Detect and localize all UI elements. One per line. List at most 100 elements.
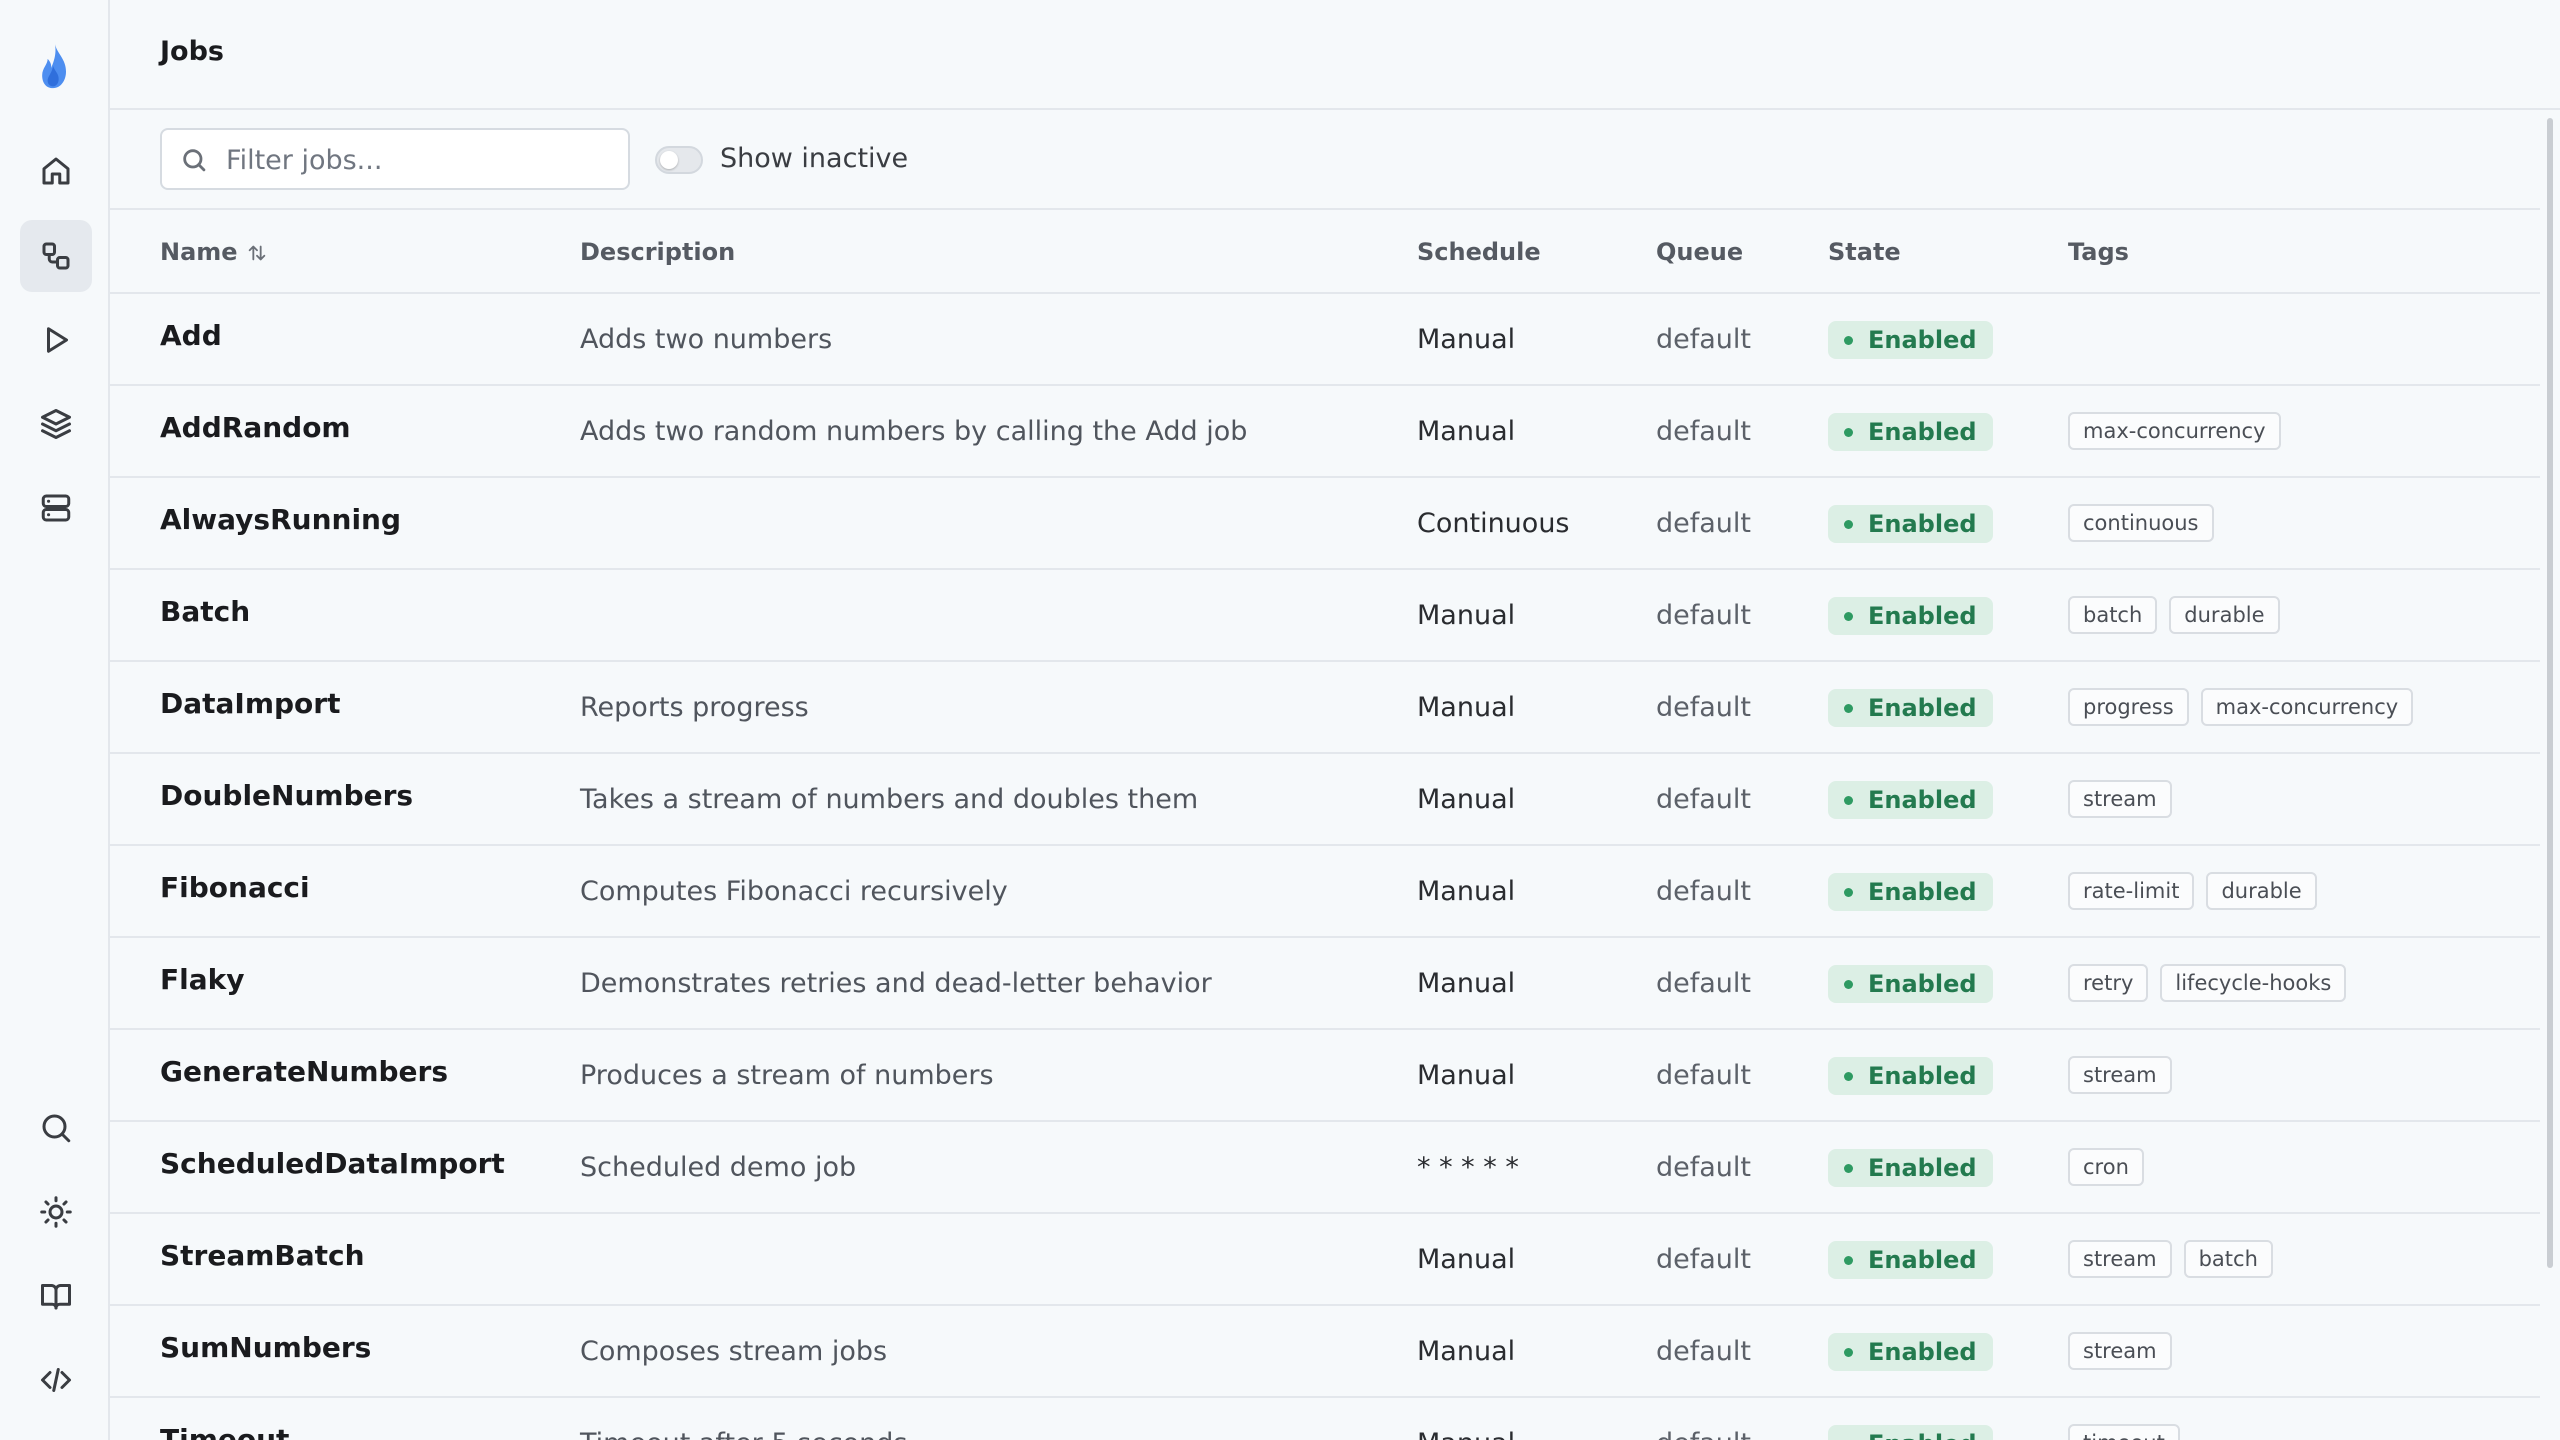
job-tags: stream — [2068, 1332, 2172, 1370]
home-icon — [42, 157, 70, 185]
table-row[interactable]: SumNumbers Composes stream jobs Manual defa… — [110, 1306, 2540, 1398]
job-name[interactable]: Batch — [160, 595, 250, 628]
docs-button[interactable] — [20, 1260, 92, 1332]
status-label: Enabled — [1868, 1154, 1977, 1182]
sidebar-search-button[interactable] — [20, 1092, 92, 1164]
status-dot — [1844, 1072, 1853, 1081]
job-tags: batch durable — [2068, 596, 2280, 634]
sidebar-item-runs[interactable] — [20, 304, 92, 376]
sidebar-item-jobs[interactable] — [20, 220, 92, 292]
tag-chip[interactable]: stream — [2068, 780, 2172, 818]
job-description: Computes Fibonacci recursively — [580, 876, 1008, 907]
job-tags: continuous — [2068, 504, 2214, 542]
job-queue: default — [1656, 1152, 1752, 1183]
job-name[interactable]: Flaky — [160, 963, 245, 996]
search-icon — [183, 149, 206, 172]
job-schedule: Manual — [1417, 968, 1516, 999]
job-schedule: Continuous — [1417, 508, 1570, 539]
api-button[interactable] — [20, 1344, 92, 1416]
table-row[interactable]: StreamBatch Manual default Enabled stream bat… — [110, 1214, 2540, 1306]
job-schedule: Manual — [1417, 692, 1516, 723]
table-row[interactable]: Batch Manual default Enabled batch durable — [110, 570, 2540, 662]
tag-chip[interactable]: cron — [2068, 1148, 2144, 1186]
tag-chip[interactable]: batch — [2183, 1240, 2273, 1278]
filter-jobs-input[interactable] — [224, 138, 618, 182]
table-row[interactable]: AddRandom Adds two random numbers by call… — [110, 386, 2540, 478]
job-tags: progress max-concurrency — [2068, 688, 2414, 726]
sidebar-item-layers[interactable] — [20, 388, 92, 460]
tag-chip[interactable]: batch — [2068, 596, 2158, 634]
job-description: Composes stream jobs — [580, 1336, 888, 1367]
tag-chip[interactable]: max-concurrency — [2068, 412, 2281, 450]
job-name[interactable]: DataImport — [160, 687, 340, 720]
show-inactive-toggle[interactable] — [655, 146, 703, 174]
show-inactive-label[interactable]: Show inactive — [720, 143, 908, 174]
tag-chip[interactable]: progress — [2068, 688, 2189, 726]
tag-chip[interactable]: stream — [2068, 1240, 2172, 1278]
job-name[interactable]: Timeout — [160, 1423, 289, 1440]
tag-chip[interactable]: durable — [2169, 596, 2280, 634]
status-dot — [1844, 1348, 1853, 1357]
job-description: Adds two random numbers by calling the A… — [580, 416, 1248, 447]
job-name[interactable]: StreamBatch — [160, 1239, 365, 1272]
job-name[interactable]: AlwaysRunning — [160, 503, 401, 536]
status-badge: Enabled — [1828, 413, 1993, 451]
layers-icon — [41, 409, 71, 439]
status-badge: Enabled — [1828, 1149, 1993, 1187]
table-row[interactable]: GenerateNumbers Produces a stream of numb… — [110, 1030, 2540, 1122]
column-header-schedule: Schedule — [1417, 238, 1541, 266]
status-label: Enabled — [1868, 1246, 1977, 1274]
table-row[interactable]: AlwaysRunning Continuous default Enabled con… — [110, 478, 2540, 570]
scrollbar[interactable] — [2540, 110, 2560, 1440]
search-icon — [42, 1114, 71, 1143]
job-name[interactable]: ScheduledDataImport — [160, 1147, 505, 1180]
table-row[interactable]: ScheduledDataImport Scheduled demo job * *… — [110, 1122, 2540, 1214]
sun-icon — [40, 1196, 72, 1228]
status-label: Enabled — [1868, 970, 1977, 998]
column-header-name[interactable]: Name — [160, 238, 268, 266]
scrollbar-thumb[interactable] — [2547, 118, 2553, 1268]
job-queue: default — [1656, 1336, 1752, 1367]
table-row[interactable]: DoubleNumbers Takes a stream of numbers a… — [110, 754, 2540, 846]
job-name[interactable]: Add — [160, 319, 222, 352]
tag-chip[interactable]: stream — [2068, 1332, 2172, 1370]
tag-chip[interactable]: max-concurrency — [2200, 688, 2414, 726]
sort-icon[interactable] — [246, 242, 268, 264]
job-schedule: Manual — [1417, 324, 1516, 355]
sidebar-item-servers[interactable] — [20, 472, 92, 544]
status-dot — [1844, 336, 1853, 345]
table-row[interactable]: DataImport Reports progress Manual default E… — [110, 662, 2540, 754]
job-description: Adds two numbers — [580, 324, 833, 355]
status-dot — [1844, 428, 1853, 437]
table-row[interactable]: Timeout Timeout after 5 seconds Manual defa… — [110, 1398, 2540, 1440]
job-name[interactable]: SumNumbers — [160, 1331, 371, 1364]
table-row[interactable]: Add Adds two numbers Manual default Enabled — [110, 294, 2540, 386]
status-badge: Enabled — [1828, 1333, 1993, 1371]
tag-chip[interactable]: lifecycle-hooks — [2160, 964, 2347, 1002]
tag-chip[interactable]: rate-limit — [2068, 872, 2195, 910]
job-description: Reports progress — [580, 692, 809, 723]
tag-chip[interactable]: stream — [2068, 1056, 2172, 1094]
status-dot — [1844, 1256, 1853, 1265]
flame-logo-icon[interactable] — [33, 42, 77, 94]
theme-toggle-button[interactable] — [20, 1176, 92, 1248]
sidebar-item-home[interactable] — [20, 135, 92, 207]
job-schedule: Manual — [1417, 1428, 1515, 1440]
job-queue: default — [1656, 600, 1752, 631]
tag-chip[interactable]: timeout — [2068, 1424, 2180, 1440]
job-name[interactable]: GenerateNumbers — [160, 1055, 448, 1088]
job-name[interactable]: DoubleNumbers — [160, 779, 413, 812]
status-badge: Enabled — [1828, 505, 1993, 543]
table-row[interactable]: Flaky Demonstrates retries and dead-lette… — [110, 938, 2540, 1030]
job-tags: cron — [2068, 1148, 2144, 1186]
tag-chip[interactable]: continuous — [2068, 504, 2214, 542]
job-queue: default — [1656, 416, 1752, 447]
tag-chip[interactable]: durable — [2206, 872, 2317, 910]
status-label: Enabled — [1868, 878, 1977, 906]
job-name[interactable]: AddRandom — [160, 411, 351, 444]
filter-jobs-box[interactable] — [160, 128, 630, 190]
status-label: Enabled — [1868, 602, 1977, 630]
table-row[interactable]: Fibonacci Computes Fibonacci recursively M… — [110, 846, 2540, 938]
tag-chip[interactable]: retry — [2068, 964, 2149, 1002]
job-name[interactable]: Fibonacci — [160, 871, 310, 904]
